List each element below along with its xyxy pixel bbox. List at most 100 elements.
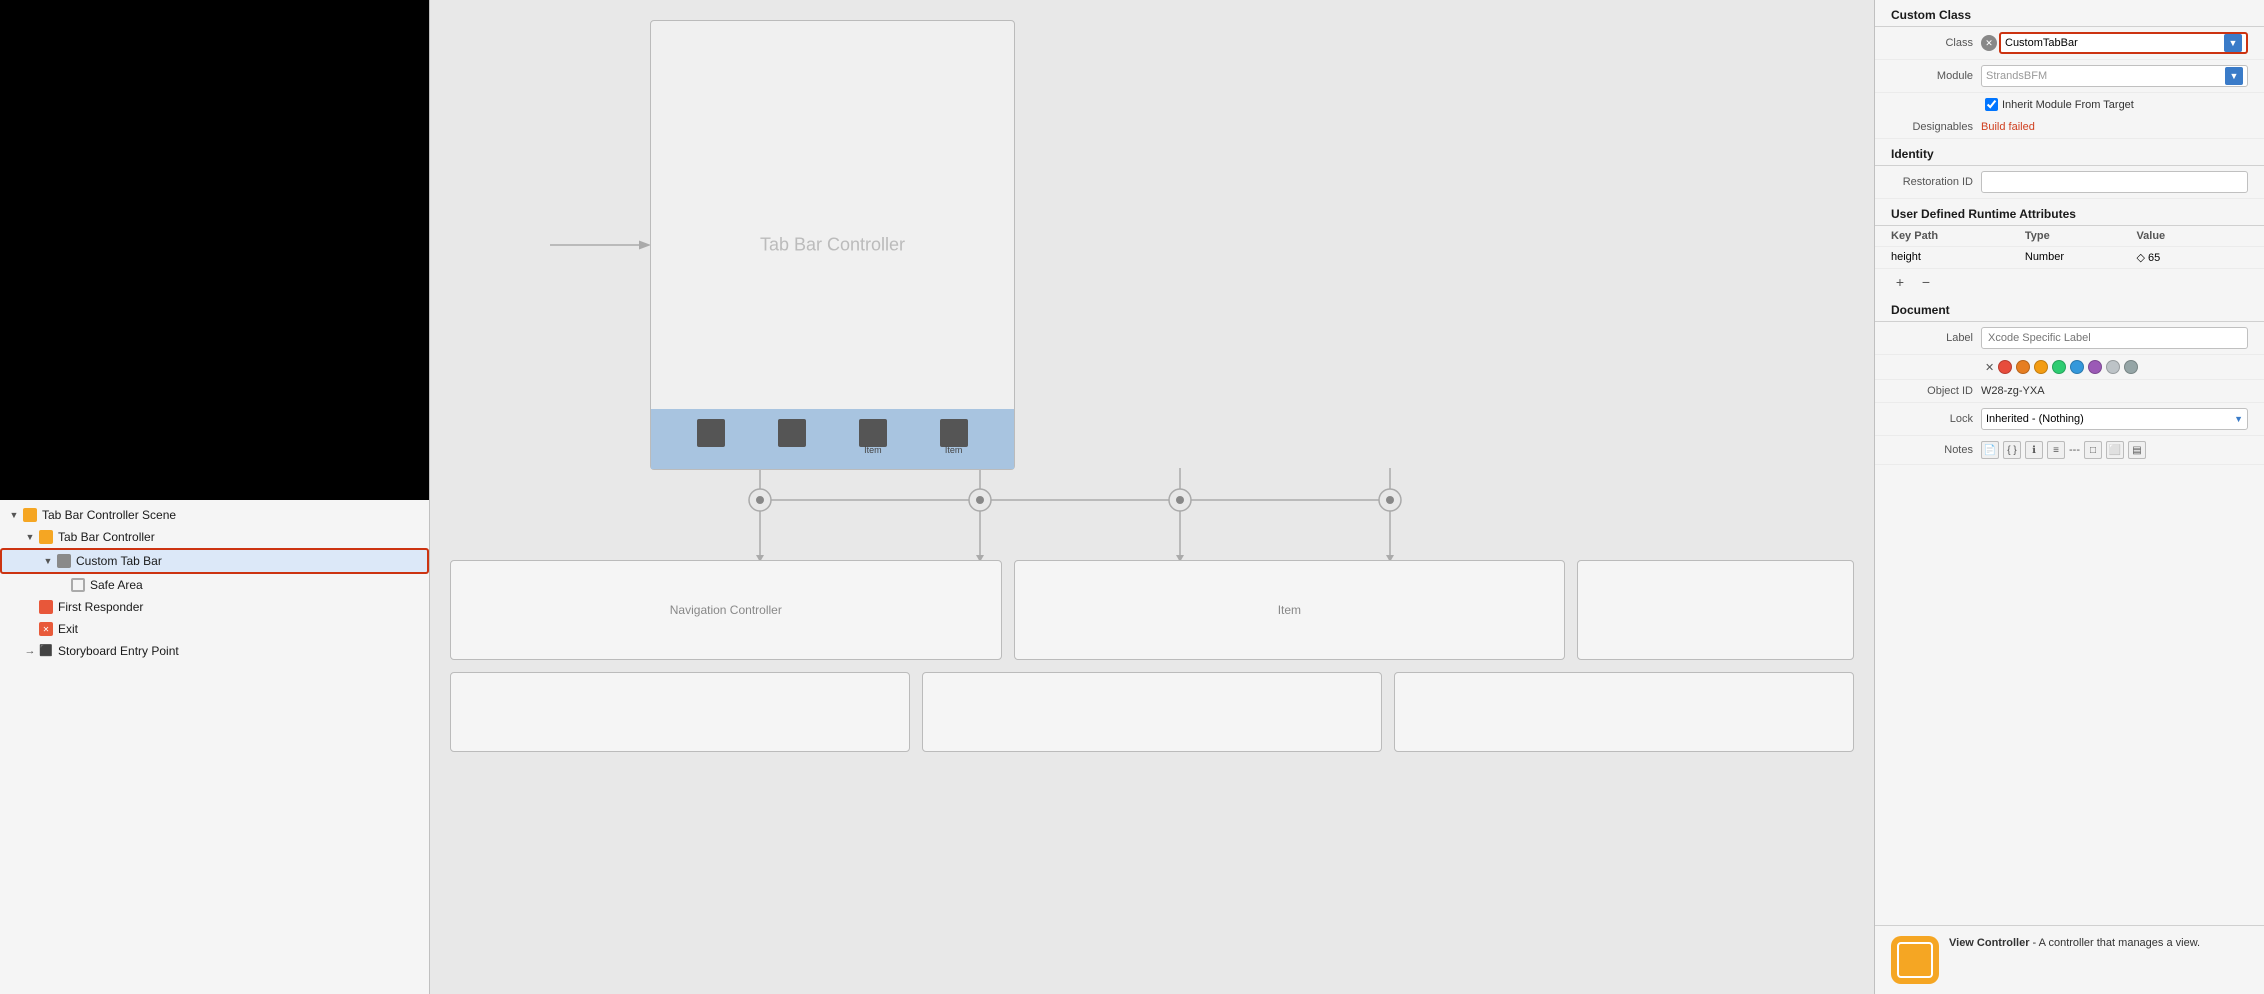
tree-item-tabbar-ctrl[interactable]: ▼ Tab Bar Controller (0, 526, 429, 548)
class-value: CustomTabBar (2005, 37, 2222, 49)
custom-class-header: Custom Class (1875, 0, 2264, 27)
exit-label: Exit (58, 622, 78, 636)
notes-icon-box1[interactable]: □ (2084, 441, 2102, 459)
notes-icon-info[interactable]: ℹ (2025, 441, 2043, 459)
lock-select[interactable]: Inherited - (Nothing) ▼ (1981, 408, 2248, 430)
bottom-info: View Controller - A controller that mana… (1875, 925, 2264, 994)
first-responder-label: First Responder (58, 600, 143, 614)
tree-arrow-scene: ▼ (8, 509, 20, 521)
module-dropdown-btn[interactable]: ▼ (2225, 67, 2243, 85)
restoration-id-label: Restoration ID (1891, 176, 1981, 188)
col-keypath: Key Path (1891, 230, 2025, 242)
doc-label-control (1981, 327, 2248, 349)
restoration-id-row: Restoration ID (1875, 166, 2264, 199)
notes-icons: 📄 { } ℹ ≡ --- □ ⬜ ▤ (1981, 441, 2146, 459)
color-light-gray[interactable] (2106, 360, 2120, 374)
designables-control: Build failed (1981, 121, 2248, 133)
class-dropdown-btn[interactable]: ▼ (2224, 34, 2242, 52)
udra-add-btn[interactable]: + (1891, 273, 1909, 291)
notes-icon-dash: --- (2069, 444, 2080, 456)
tree-item-first-responder[interactable]: First Responder (0, 596, 429, 618)
identity-header: Identity (1875, 139, 2264, 166)
color-orange[interactable] (2016, 360, 2030, 374)
color-x-btn[interactable]: ✕ (1985, 361, 1994, 374)
tab-icon-4 (940, 419, 968, 447)
tree-arrow-exit (24, 623, 36, 635)
lock-row: Lock Inherited - (Nothing) ▼ (1875, 403, 2264, 436)
tree-panel: ▼ Tab Bar Controller Scene ▼ Tab Bar Con… (0, 500, 429, 994)
module-input-wrapper: StrandsBFM ▼ (1981, 65, 2248, 87)
object-id-value: W28-zg-YXA (1981, 385, 2045, 397)
custom-tabbar-label: Custom Tab Bar (76, 554, 162, 568)
vc-desc-text: A controller that manages a view. (2039, 937, 2200, 949)
scene-label: Tab Bar Controller Scene (42, 508, 176, 522)
label-row: Label (1875, 322, 2264, 355)
tab-item-2 (778, 419, 806, 459)
device-frame: Tab Bar Controller Item Item (650, 20, 1015, 470)
notes-row: Notes 📄 { } ℹ ≡ --- □ ⬜ ▤ (1875, 436, 2264, 465)
tree-item-custom-tabbar[interactable]: ▼ Custom Tab Bar (0, 548, 429, 574)
designables-value: Build failed (1981, 121, 2035, 133)
udra-add-remove: + − (1875, 269, 2264, 295)
tree-item-scene[interactable]: ▼ Tab Bar Controller Scene (0, 504, 429, 526)
color-gray[interactable] (2124, 360, 2138, 374)
col-value: Value (2136, 230, 2248, 242)
udra-keypath-height: height (1891, 251, 2025, 264)
object-id-label: Object ID (1891, 385, 1981, 397)
inherit-module-checkbox[interactable] (1985, 98, 1998, 111)
udra-row-height: height Number ◇ 65 (1875, 247, 2264, 269)
inherit-module-row: Inherit Module From Target (1875, 93, 2264, 116)
right-panel: Custom Class Class ✕ CustomTabBar ▼ Modu… (1874, 0, 2264, 994)
tree-arrow-custom: ▼ (42, 555, 54, 567)
notes-label: Notes (1891, 444, 1981, 456)
designables-label: Designables (1891, 121, 1981, 133)
color-red[interactable] (1998, 360, 2012, 374)
tree-item-exit[interactable]: ✕ Exit (0, 618, 429, 640)
tab-item-4: Item (940, 419, 968, 459)
udra-type-height: Number (2025, 251, 2137, 264)
notes-icon-box3[interactable]: ▤ (2128, 441, 2146, 459)
canvas: Tab Bar Controller Item Item Navigation … (430, 0, 1874, 994)
tree-item-safe-area[interactable]: Safe Area (0, 574, 429, 596)
tree-item-entry-point[interactable]: → ⬛ Storyboard Entry Point (0, 640, 429, 662)
class-label: Class (1891, 37, 1981, 49)
tabbar-ctrl-label: Tab Bar Controller (58, 530, 155, 544)
color-green[interactable] (2052, 360, 2066, 374)
color-blue[interactable] (2070, 360, 2084, 374)
item-controller-box: Item (1014, 560, 1566, 660)
tabbar-ctrl-icon (38, 529, 54, 545)
object-id-control: W28-zg-YXA (1981, 385, 2248, 397)
module-value: StrandsBFM (1986, 70, 2223, 82)
tab-icon-1 (697, 419, 725, 447)
sub-box-1 (450, 672, 910, 752)
notes-icon-doc[interactable]: 📄 (1981, 441, 1999, 459)
tree-arrow-first (24, 601, 36, 613)
class-clear-btn[interactable]: ✕ (1981, 35, 1997, 51)
doc-label-input[interactable] (1981, 327, 2248, 349)
sub-box-3 (1394, 672, 1854, 752)
notes-icon-code[interactable]: { } (2003, 441, 2021, 459)
restoration-id-input[interactable] (1981, 171, 2248, 193)
color-palette (1998, 360, 2138, 374)
col-type: Type (2025, 230, 2137, 242)
color-yellow[interactable] (2034, 360, 2048, 374)
nav-controller-box: Navigation Controller (450, 560, 1002, 660)
restoration-id-control (1981, 171, 2248, 193)
sub-boxes-row (450, 672, 1854, 752)
vc-icon-inner (1897, 942, 1933, 978)
module-label: Module (1891, 70, 1981, 82)
lock-label: Lock (1891, 413, 1981, 425)
entry-point-label: Storyboard Entry Point (58, 644, 179, 658)
udra-remove-btn[interactable]: − (1917, 273, 1935, 291)
view-controller-icon (1891, 936, 1939, 984)
notes-icon-list[interactable]: ≡ (2047, 441, 2065, 459)
scene-tree-panel: ▼ Tab Bar Controller Scene ▼ Tab Bar Con… (0, 0, 430, 994)
color-purple[interactable] (2088, 360, 2102, 374)
document-header: Document (1875, 295, 2264, 322)
safe-area-label: Safe Area (90, 578, 143, 592)
doc-label-label: Label (1891, 332, 1981, 344)
tab-icon-3 (859, 419, 887, 447)
device-preview (0, 0, 429, 500)
first-responder-icon (38, 599, 54, 615)
notes-icon-box2[interactable]: ⬜ (2106, 441, 2124, 459)
